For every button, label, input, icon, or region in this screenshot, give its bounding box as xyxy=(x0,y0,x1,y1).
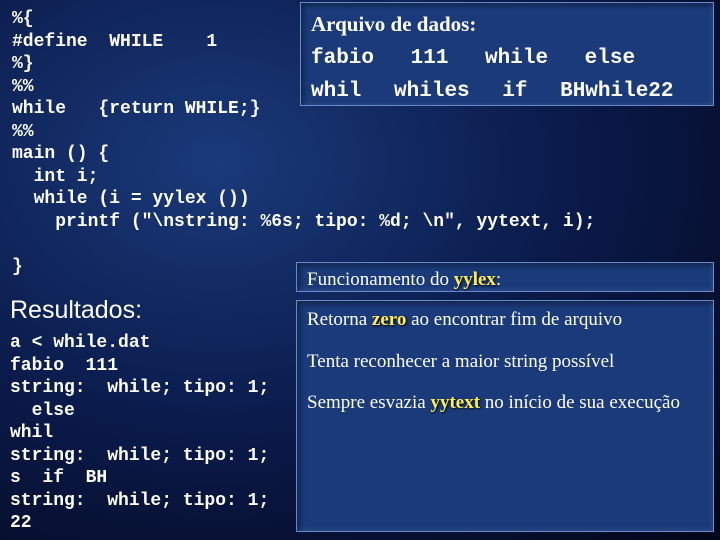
token: whil xyxy=(311,80,361,103)
note-text: no início de sua execução xyxy=(480,392,680,413)
function-behavior-title-box: Funcionamento do yylex: xyxy=(296,262,714,292)
func-suffix: : xyxy=(496,269,501,290)
func-prefix: Funcionamento do xyxy=(307,269,454,290)
data-file-line-2: whil whiles if BHwhile22 xyxy=(311,76,703,108)
note-text: ao encontrar fim de arquivo xyxy=(406,309,622,330)
data-file-box: Arquivo de dados: fabio 111 while else w… xyxy=(300,2,714,106)
zero-keyword: zero xyxy=(372,309,406,330)
token: 111 xyxy=(411,47,449,70)
data-file-line-1: fabio 111 while else xyxy=(311,43,703,75)
behavior-notes-box: Retorna zero ao encontrar fim de arquivo… xyxy=(296,300,714,532)
yylex-keyword: yylex xyxy=(454,269,496,290)
note-1: Retorna zero ao encontrar fim de arquivo xyxy=(307,307,703,333)
results-output: a < while.dat fabio 111 string: while; t… xyxy=(10,332,269,535)
yytext-keyword: yytext xyxy=(430,392,480,413)
token: else xyxy=(585,47,635,70)
results-header: Resultados: xyxy=(10,296,142,325)
token: fabio xyxy=(311,47,374,70)
token: while xyxy=(485,47,548,70)
note-text: Retorna xyxy=(307,309,372,330)
token: if xyxy=(502,80,527,103)
note-text: Sempre esvazia xyxy=(307,392,430,413)
token: BHwhile22 xyxy=(560,80,673,103)
token: whiles xyxy=(394,80,470,103)
note-2: Tenta reconhecer a maior string possível xyxy=(307,349,703,375)
data-file-title: Arquivo de dados: xyxy=(311,9,703,41)
note-3: Sempre esvazia yytext no início de sua e… xyxy=(307,390,703,416)
